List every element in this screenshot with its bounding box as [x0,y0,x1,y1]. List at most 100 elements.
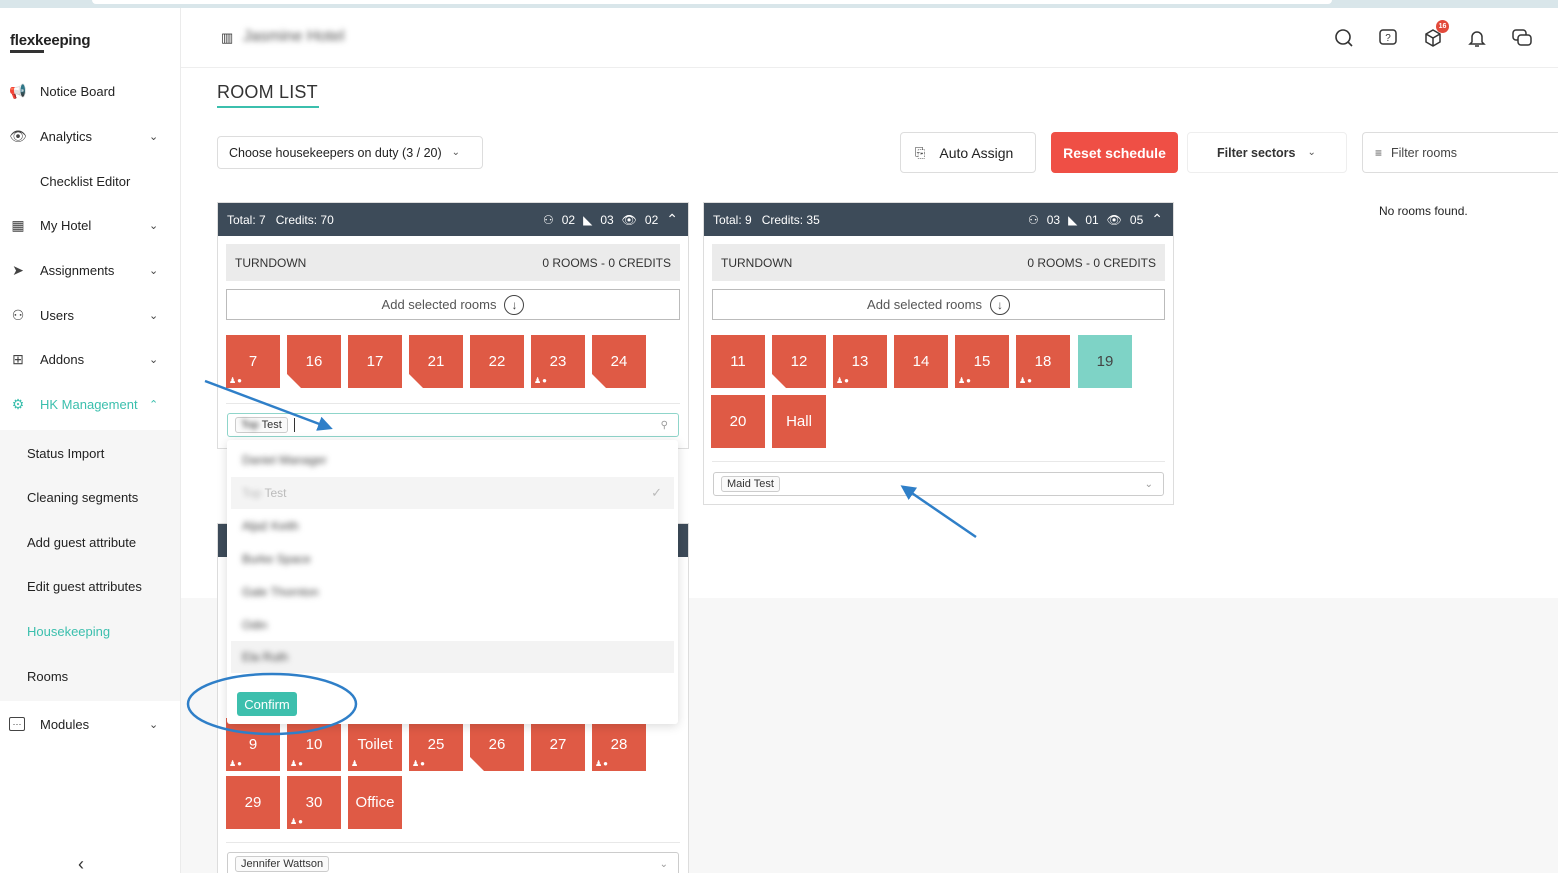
room-tile[interactable]: 25 ♟● [409,718,463,771]
building-icon: ▦ [11,216,25,233]
filter-rooms-input[interactable]: ≡ Filter rooms [1362,132,1558,173]
dots-icon: ⋯ [9,717,25,731]
room-tile[interactable]: 19 [1078,335,1132,388]
room-tile[interactable]: Hall [772,395,826,448]
eye-icon: 👁 [9,127,27,144]
room-tile[interactable]: 10 ♟● [287,718,341,771]
bell-icon[interactable] [1465,26,1489,50]
chevron-up-icon[interactable]: ⌃ [666,211,678,228]
room-tile[interactable]: 13 ♟● [833,335,887,388]
user-icon: ⚇ [1027,212,1039,227]
hk-management-submenu: Status Import Cleaning segments Add gues… [0,430,180,701]
chevron-down-icon: ⌄ [1307,147,1316,158]
chevron-down-icon: ⌄ [149,309,159,322]
room-tile[interactable]: 24 [592,335,646,388]
sidebar-item-notice-board[interactable]: 📢 Notice Board [0,76,180,106]
room-tile[interactable]: 11 [711,335,765,388]
housekeeper-panel-2: Total: 9 Credits: 35 ⚇ 03 ◣ 01 👁 05 ⌃ TURND… [703,202,1174,505]
notification-badge: 16 [1436,20,1449,33]
room-tile[interactable]: 27 [531,718,585,771]
room-tile[interactable]: 23 ♟● [531,335,585,388]
sidebar-subitem-cleaning-segments[interactable]: Cleaning segments [27,490,138,505]
selected-housekeeper-chip[interactable]: Top Test [235,417,288,433]
send-icon: ➤ [12,261,24,278]
sidebar-subitem-housekeeping[interactable]: Housekeeping [27,624,110,639]
room-tile[interactable]: 14 [894,335,948,388]
check-icon: ✓ [651,485,662,500]
housekeeper-select-input[interactable]: Jennifer Wattson ⌄ [227,852,679,873]
sidebar-item-addons[interactable]: ⊞ Addons ⌄ [0,344,180,374]
room-tile[interactable]: 20 [711,395,765,448]
dropdown-option[interactable]: Aljaž Keith [231,510,674,542]
room-tile[interactable]: 21 [409,335,463,388]
room-tile[interactable]: 17 [348,335,402,388]
choose-housekeepers-dropdown[interactable]: Choose housekeepers on duty (3 / 20) ⌄ [217,136,483,169]
eye-icon: 👁 [621,212,637,227]
text-cursor [293,418,295,432]
filter-icon: ≡ [1375,145,1383,160]
reset-schedule-button[interactable]: Reset schedule [1051,132,1178,173]
turndown-section[interactable]: TURNDOWN 0 ROOMS - 0 CREDITS [712,244,1165,281]
dropdown-option-selected[interactable]: Top Test ✓ [231,477,674,509]
sidebar-subitem-status-import[interactable]: Status Import [27,446,104,461]
app-logo[interactable]: flexkeeping [10,32,91,53]
dropdown-option[interactable]: Ela Ruth [231,641,674,673]
dropdown-option[interactable]: Gale Thornton [231,576,674,608]
room-tile[interactable]: 7 ♟● [226,335,280,388]
panel-header: Total: 7 Credits: 70 ⚇ 02 ◣ 03 👁 02 ⌃ [218,203,688,236]
room-tile[interactable]: 15 ♟● [955,335,1009,388]
dropdown-option[interactable]: Burke Space [231,543,674,575]
auto-assign-button[interactable]: ⎘ Auto Assign [900,132,1036,173]
help-icon[interactable]: ? [1376,26,1400,50]
chevron-up-icon: ⌃ [149,398,159,411]
hotel-name[interactable]: Jasmine Hotel [243,28,344,46]
room-tile[interactable]: Office [348,776,402,829]
sidebar-item-users[interactable]: ⚇ Users ⌄ [0,300,180,330]
chevron-up-icon[interactable]: ⌃ [1151,211,1163,228]
box-icon[interactable]: 16 [1421,20,1449,50]
sidebar-item-modules[interactable]: ⋯ Modules ⌄ [0,709,180,739]
megaphone-icon: 📢 [9,82,27,99]
room-tile[interactable]: 26 [470,718,524,771]
filter-sectors-dropdown[interactable]: Filter sectors ⌄ [1187,132,1347,173]
room-tile[interactable]: 18 ♟● [1016,335,1070,388]
chevron-down-icon: ⌄ [149,718,159,731]
room-tile[interactable]: 29 [226,776,280,829]
dropdown-option[interactable]: Daniel Manager [231,444,674,476]
dropdown-option[interactable]: Odin [231,609,674,641]
arrow-down-circle-icon: ↓ [989,294,1010,315]
no-rooms-message: No rooms found. [1379,204,1468,218]
sidebar-subitem-add-guest-attribute[interactable]: Add guest attribute [27,535,136,550]
chat-icon[interactable] [1510,26,1534,50]
room-tile[interactable]: 22 [470,335,524,388]
assign-icon: ⎘ [915,144,926,160]
collapse-sidebar-icon[interactable]: ‹ [78,854,84,873]
room-tile[interactable]: Toilet ♟ [348,718,402,771]
selected-housekeeper-chip[interactable]: Maid Test [721,476,780,492]
room-tile[interactable]: 28 ♟● [592,718,646,771]
flag-icon: ◣ [1068,212,1078,227]
add-selected-rooms-button[interactable]: Add selected rooms ↓ [712,289,1165,320]
sidebar-item-my-hotel[interactable]: ▦ My Hotel ⌄ [0,210,180,240]
turndown-section[interactable]: TURNDOWN 0 ROOMS - 0 CREDITS [226,244,680,281]
sidebar-subitem-edit-guest-attributes[interactable]: Edit guest attributes [27,579,142,594]
sidebar-item-analytics[interactable]: 👁 Analytics ⌄ [0,121,180,151]
room-tile[interactable]: 12 [772,335,826,388]
sidebar-item-hk-management[interactable]: ⚙ HK Management ⌃ [0,389,180,419]
room-tile[interactable]: 16 [287,335,341,388]
chevron-down-icon: ⌄ [149,353,159,366]
housekeeper-select-input[interactable]: Top Test ⚲ [227,413,679,437]
room-tile[interactable]: 9 ♟● [226,718,280,771]
housekeeper-panel-1: Total: 7 Credits: 70 ⚇ 02 ◣ 03 👁 02 ⌃ TURND… [217,202,689,449]
confirm-button[interactable]: Confirm [237,692,297,716]
housekeeper-select-input[interactable]: Maid Test ⌄ [713,472,1164,496]
search-icon[interactable] [1332,26,1356,50]
add-selected-rooms-button[interactable]: Add selected rooms ↓ [226,289,680,320]
housekeeper-dropdown-menu: Daniel Manager Top Test ✓ Aljaž Keith Bu… [227,440,678,724]
sidebar-item-checklist-editor[interactable]: Checklist Editor [0,166,180,196]
sidebar-item-assignments[interactable]: ➤ Assignments ⌄ [0,255,180,285]
selected-housekeeper-chip[interactable]: Jennifer Wattson [235,856,330,872]
sidebar-subitem-rooms[interactable]: Rooms [27,669,68,684]
room-tile[interactable]: 30 ♟● [287,776,341,829]
svg-text:?: ? [1385,33,1391,44]
